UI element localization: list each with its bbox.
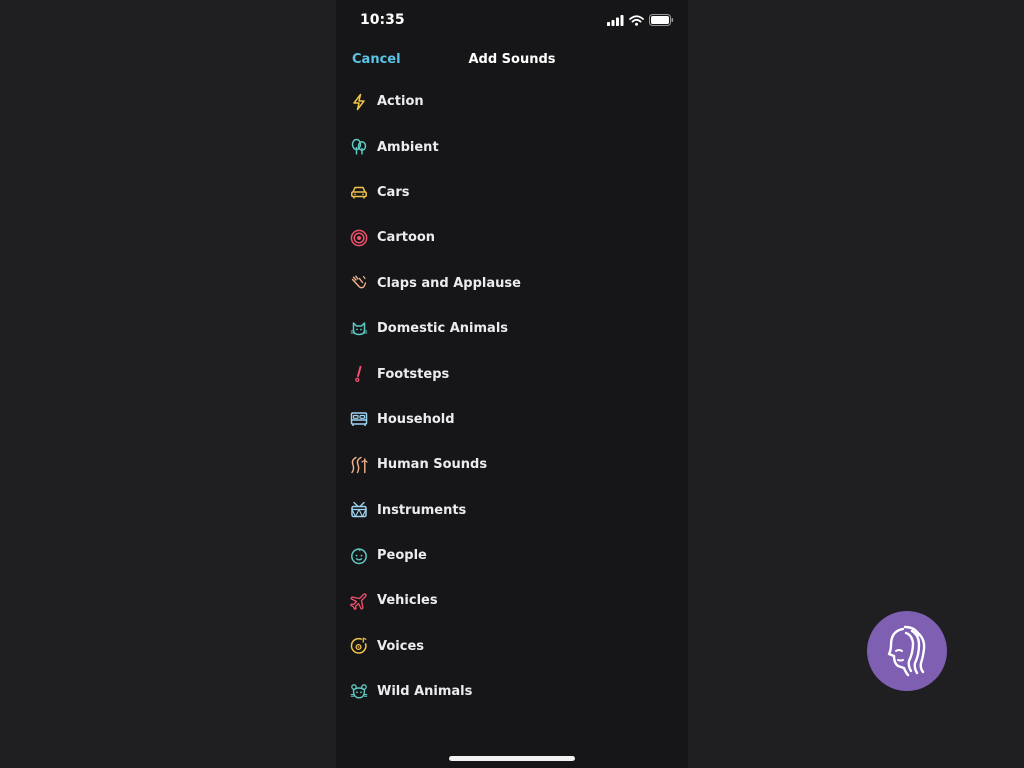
- category-cars[interactable]: Cars: [336, 170, 688, 215]
- airplane-icon: [350, 592, 368, 610]
- category-human-sounds[interactable]: Human Sounds: [336, 442, 688, 487]
- category-claps-and-applause[interactable]: Claps and Applause: [336, 261, 688, 306]
- category-label: Cars: [377, 184, 410, 200]
- page-title: Add Sounds: [468, 52, 556, 67]
- bed-icon: [350, 410, 368, 428]
- category-label: Vehicles: [377, 593, 438, 609]
- category-footsteps[interactable]: Footsteps: [336, 351, 688, 396]
- category-voices[interactable]: Voices: [336, 624, 688, 669]
- category-label: Claps and Applause: [377, 275, 521, 291]
- category-label: Footsteps: [377, 366, 450, 382]
- category-label: Ambient: [377, 139, 439, 155]
- cat-icon: [350, 320, 368, 338]
- animal-face-icon: [350, 683, 368, 701]
- category-instruments[interactable]: Instruments: [336, 488, 688, 533]
- category-people[interactable]: People: [336, 533, 688, 578]
- category-household[interactable]: Household: [336, 397, 688, 442]
- target-icon: [350, 229, 368, 247]
- category-cartoon[interactable]: Cartoon: [336, 215, 688, 260]
- clapping-hands-icon: [350, 274, 368, 292]
- assistant-button[interactable]: [867, 611, 947, 691]
- category-label: Instruments: [377, 502, 467, 518]
- category-vehicles[interactable]: Vehicles: [336, 578, 688, 623]
- category-label: Household: [377, 411, 455, 427]
- category-label: Domestic Animals: [377, 321, 509, 337]
- category-label: People: [377, 548, 427, 564]
- face-logo-icon: [887, 625, 926, 677]
- status-time: 10:35: [360, 12, 405, 28]
- category-label: Human Sounds: [377, 457, 488, 473]
- home-indicator[interactable]: [449, 756, 575, 761]
- human-sounds-icon: [350, 456, 368, 474]
- status-icons: [607, 14, 674, 26]
- category-label: Action: [377, 94, 424, 110]
- sound-category-list: Action Ambient Cars Cartoon Claps and Ap…: [336, 79, 688, 714]
- wifi-icon: [629, 14, 644, 26]
- baby-face-icon: [350, 547, 368, 565]
- car-icon: [350, 183, 368, 201]
- phone-screen: 10:35 Cancel Add Sounds Action Ambient C…: [336, 0, 688, 768]
- drum-icon: [350, 501, 368, 519]
- exclamation-icon: [350, 365, 368, 383]
- category-action[interactable]: Action: [336, 79, 688, 124]
- category-wild-animals[interactable]: Wild Animals: [336, 669, 688, 714]
- category-domestic-animals[interactable]: Domestic Animals: [336, 306, 688, 351]
- trees-icon: [350, 138, 368, 156]
- category-ambient[interactable]: Ambient: [336, 124, 688, 169]
- lightning-icon: [350, 93, 368, 111]
- category-label: Voices: [377, 638, 424, 654]
- battery-icon: [649, 14, 674, 26]
- signal-icon: [607, 14, 624, 26]
- voice-record-icon: [350, 637, 368, 655]
- category-label: Wild Animals: [377, 684, 473, 700]
- category-label: Cartoon: [377, 230, 436, 246]
